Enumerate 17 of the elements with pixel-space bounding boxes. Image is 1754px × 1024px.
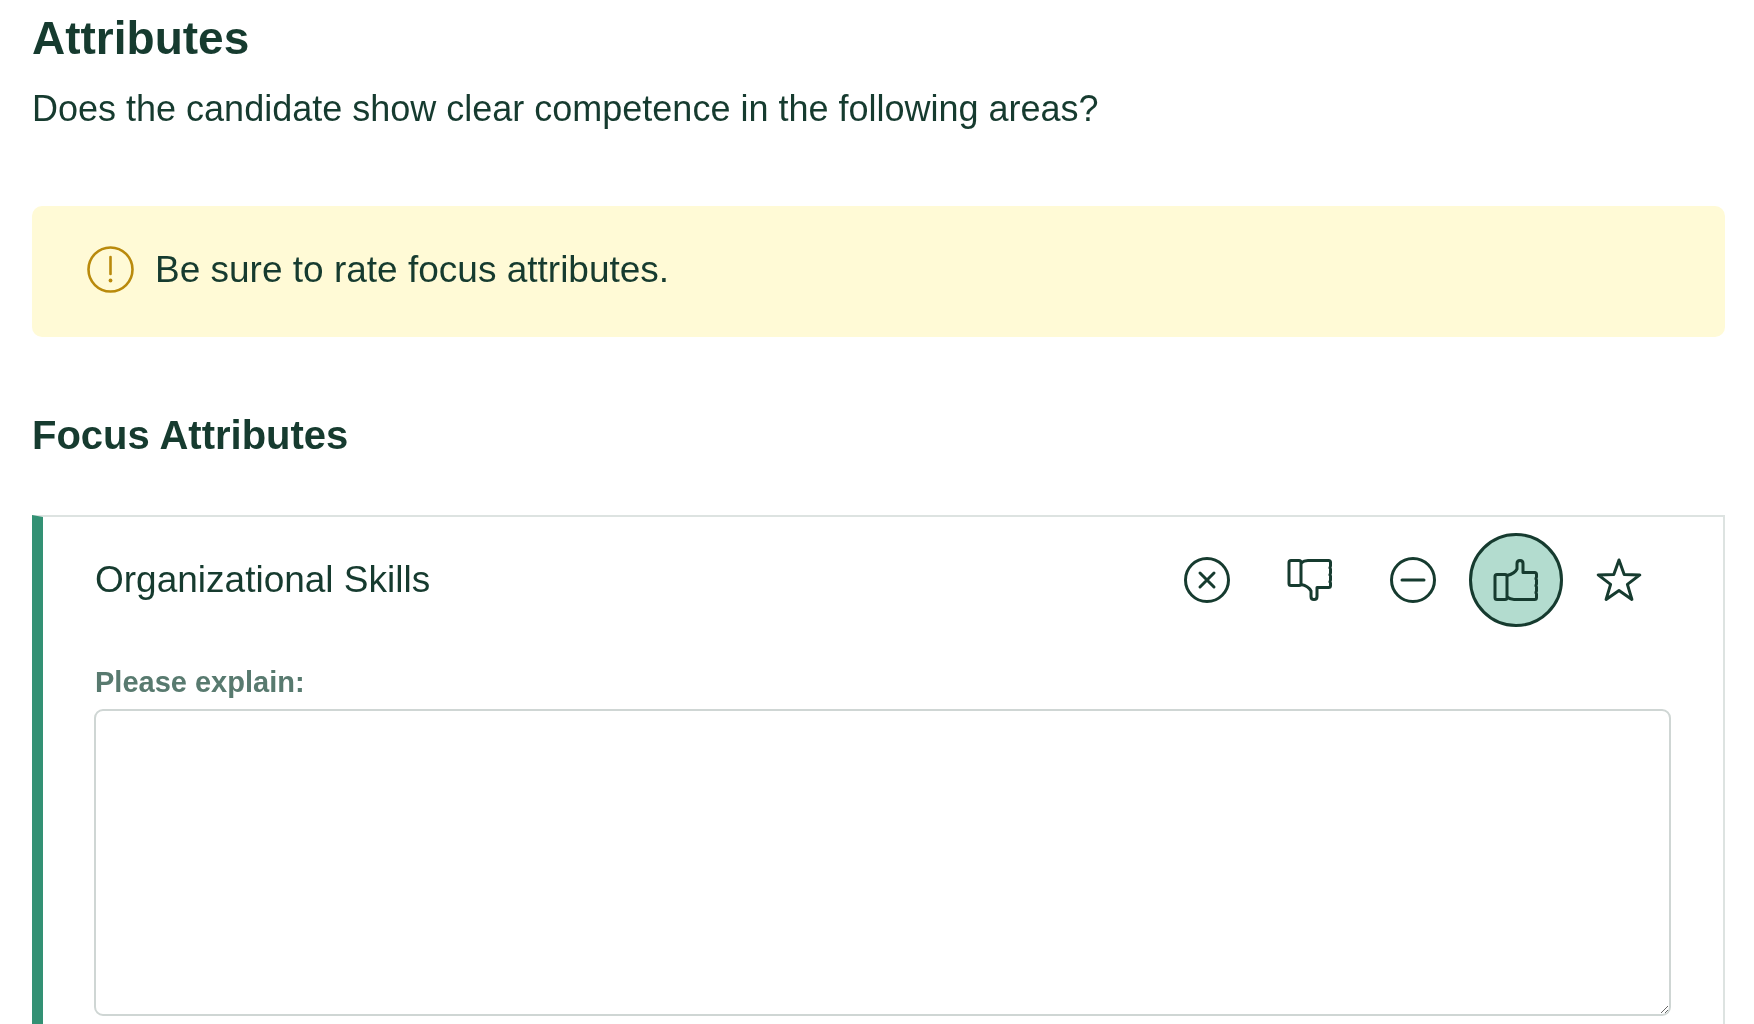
page-title: Attributes	[32, 11, 250, 66]
field-label: Please explain:	[94, 665, 305, 700]
rating-button[interactable]	[1390, 557, 1436, 603]
minus-circle-icon	[1390, 557, 1436, 603]
section-title: Focus Attributes	[32, 412, 349, 459]
attribute-name: Organizational Skills	[94, 558, 431, 602]
rating-button[interactable]	[1287, 558, 1333, 602]
notice-text: Be sure to rate focus attributes.	[155, 247, 670, 292]
explain-field[interactable]	[94, 709, 1671, 1016]
star-icon	[1596, 557, 1642, 603]
thumbs-up-icon	[1493, 558, 1539, 602]
cross-circle-icon	[1184, 557, 1230, 603]
page-subtitle: Does the candidate show clear competence in the following areas?	[32, 87, 1099, 131]
rating-button[interactable]	[1184, 557, 1230, 603]
rating-button[interactable]	[1596, 557, 1642, 603]
thumbs-down-icon	[1287, 558, 1333, 602]
warning-icon	[87, 246, 134, 293]
